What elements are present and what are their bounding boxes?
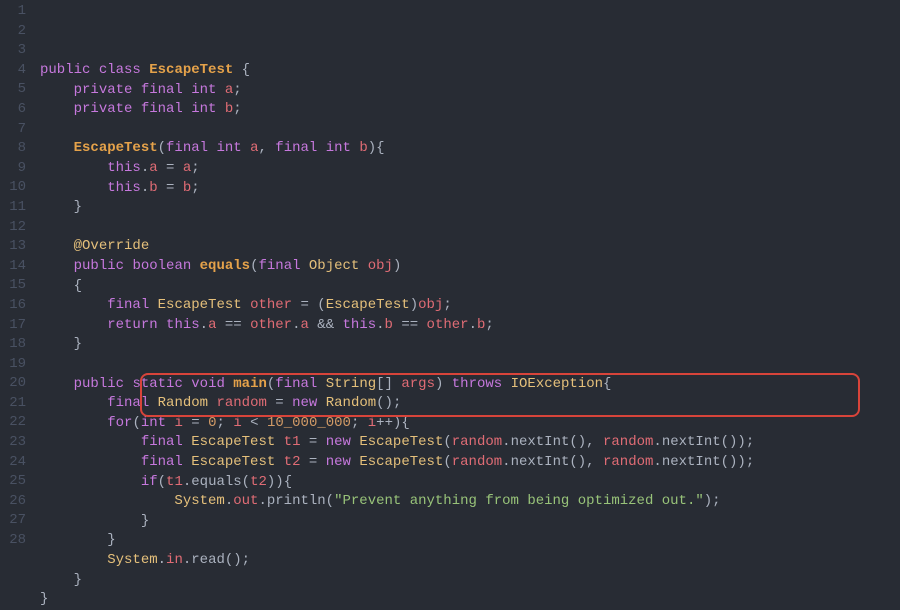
line-number: 4 (0, 61, 34, 81)
line-number: 24 (0, 453, 34, 473)
code-line: public class EscapeTest { (40, 61, 754, 81)
line-number: 8 (0, 139, 34, 159)
code-line: public static void main(final String[] a… (40, 375, 754, 395)
code-line: } (40, 590, 754, 610)
code-line: final EscapeTest t2 = new EscapeTest(ran… (40, 453, 754, 473)
code-line: } (40, 198, 754, 218)
line-number: 20 (0, 374, 34, 394)
code-line: } (40, 512, 754, 532)
code-line (40, 218, 754, 238)
line-number: 13 (0, 237, 34, 257)
code-line: this.a = a; (40, 159, 754, 179)
line-number: 22 (0, 413, 34, 433)
line-number: 12 (0, 218, 34, 238)
line-number: 15 (0, 276, 34, 296)
code-line: final EscapeTest other = (EscapeTest)obj… (40, 296, 754, 316)
line-number: 3 (0, 41, 34, 61)
code-line: private final int b; (40, 100, 754, 120)
code-area[interactable]: public class EscapeTest { private final … (34, 0, 754, 551)
line-number: 2 (0, 22, 34, 42)
line-number: 11 (0, 198, 34, 218)
line-number: 6 (0, 100, 34, 120)
line-number-gutter: 1234567891011121314151617181920212223242… (0, 0, 34, 551)
code-line: if(t1.equals(t2)){ (40, 473, 754, 493)
code-line: System.out.println("Prevent anything fro… (40, 492, 754, 512)
line-number: 28 (0, 531, 34, 551)
code-line: { (40, 277, 754, 297)
code-line: EscapeTest(final int a, final int b){ (40, 139, 754, 159)
code-line: final Random random = new Random(); (40, 394, 754, 414)
code-line: public boolean equals(final Object obj) (40, 257, 754, 277)
line-number: 21 (0, 394, 34, 414)
code-line (40, 120, 754, 140)
line-number: 7 (0, 120, 34, 140)
line-number: 16 (0, 296, 34, 316)
line-number: 27 (0, 511, 34, 531)
line-number: 23 (0, 433, 34, 453)
line-number: 18 (0, 335, 34, 355)
code-line: private final int a; (40, 81, 754, 101)
code-line: } (40, 531, 754, 551)
code-editor[interactable]: 1234567891011121314151617181920212223242… (0, 0, 900, 551)
code-line: return this.a == other.a && this.b == ot… (40, 316, 754, 336)
line-number: 5 (0, 80, 34, 100)
line-number: 19 (0, 355, 34, 375)
line-number: 1 (0, 2, 34, 22)
code-line (40, 355, 754, 375)
code-line: for(int i = 0; i < 10_000_000; i++){ (40, 414, 754, 434)
line-number: 25 (0, 472, 34, 492)
line-number: 9 (0, 159, 34, 179)
code-line: @Override (40, 237, 754, 257)
line-number: 10 (0, 178, 34, 198)
line-number: 14 (0, 257, 34, 277)
code-line: } (40, 335, 754, 355)
code-line: this.b = b; (40, 179, 754, 199)
code-line: System.in.read(); (40, 551, 754, 571)
line-number: 17 (0, 316, 34, 336)
code-line: } (40, 571, 754, 591)
line-number: 26 (0, 492, 34, 512)
code-line: final EscapeTest t1 = new EscapeTest(ran… (40, 433, 754, 453)
